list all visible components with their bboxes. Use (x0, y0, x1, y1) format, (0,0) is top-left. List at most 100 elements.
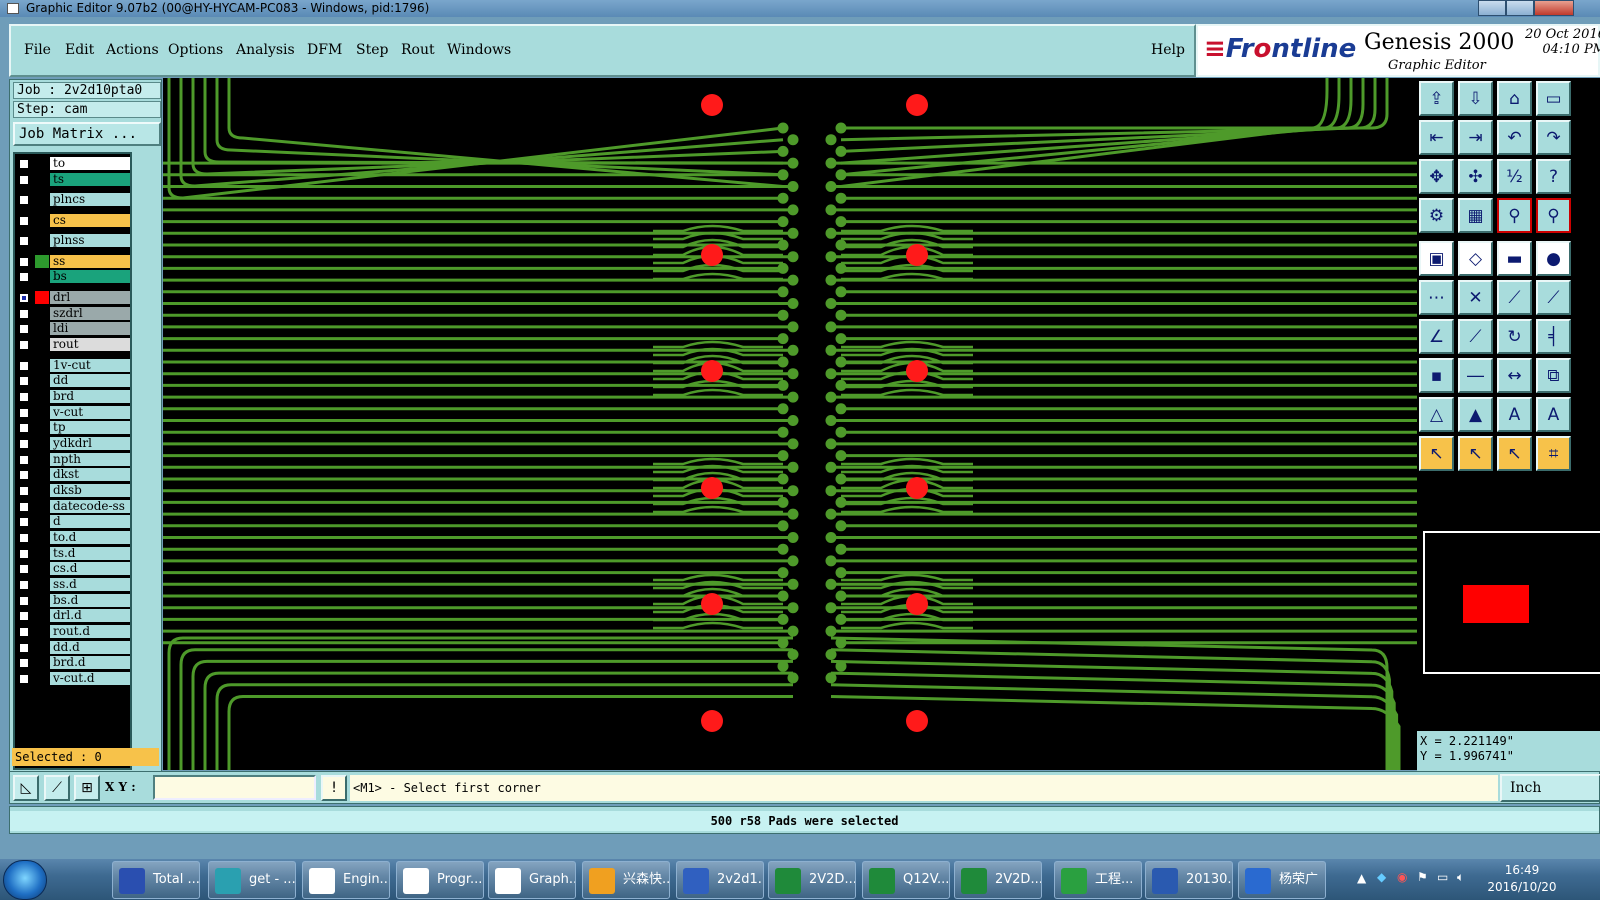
taskbar-item[interactable]: 2v2d1... (676, 861, 764, 899)
layer-name[interactable]: drl (50, 291, 130, 304)
layer-row[interactable]: v-cut (15, 405, 132, 420)
pointer-icon[interactable]: ↖ (1419, 436, 1454, 471)
menu-edit[interactable]: Edit (65, 42, 94, 58)
triangle-icon[interactable]: △ (1419, 397, 1454, 432)
snap-grid-icon[interactable]: ⊞ (74, 775, 100, 801)
layer-color-swatch[interactable] (35, 625, 49, 638)
layer-color-swatch[interactable] (35, 453, 49, 466)
line-mode-icon[interactable]: ◺ (13, 775, 39, 801)
layer-color-swatch[interactable] (35, 672, 49, 685)
layer-row[interactable]: bs.d (15, 593, 132, 608)
layer-row[interactable]: ydkdrl (15, 436, 132, 451)
layer-checkbox[interactable] (19, 309, 29, 319)
layer-color-swatch[interactable] (35, 406, 49, 419)
layer-row[interactable]: 1v-cut (15, 358, 132, 373)
layer-color-swatch[interactable] (35, 374, 49, 387)
pan-right-icon[interactable]: ⇥ (1458, 120, 1493, 155)
layer-name[interactable]: bs (50, 270, 130, 283)
layer-color-swatch[interactable] (35, 468, 49, 481)
layer-name[interactable]: ydkdrl (50, 437, 130, 450)
layer-color-swatch[interactable] (35, 214, 49, 227)
layer-color-swatch[interactable] (35, 307, 49, 320)
layer-row[interactable]: npth (15, 452, 132, 467)
menu-options[interactable]: Options (168, 42, 223, 58)
layer-checkbox[interactable] (19, 361, 29, 371)
split-icon[interactable]: ╡ (1536, 319, 1571, 354)
layer-color-swatch[interactable] (35, 547, 49, 560)
layer-name[interactable]: tp (50, 421, 130, 434)
snap-alt-icon[interactable]: ⚲ (1536, 198, 1571, 233)
line-point2-icon[interactable]: ⟋ (1536, 280, 1571, 315)
taskbar-item[interactable]: 20130... (1145, 861, 1233, 899)
menu-help[interactable]: Help (1151, 42, 1185, 58)
layer-name[interactable]: plnss (50, 234, 130, 247)
layer-checkbox[interactable] (19, 596, 29, 606)
layer-checkbox[interactable] (19, 376, 29, 386)
layer-down-icon[interactable]: ⇩ (1458, 81, 1493, 116)
unit-selector[interactable]: Inch (1500, 774, 1600, 802)
layer-row[interactable]: rout (15, 337, 132, 352)
layer-name[interactable]: datecode-ss (50, 500, 130, 513)
layer-row[interactable]: drl.d (15, 608, 132, 623)
pointer-circle-icon[interactable]: ↖ (1497, 436, 1532, 471)
layer-checkbox[interactable] (19, 486, 29, 496)
tray-arrow-icon[interactable]: ▲ (1357, 871, 1366, 885)
grid-icon[interactable]: ▦ (1458, 198, 1493, 233)
layer-name[interactable]: plncs (50, 193, 130, 206)
taskbar-item[interactable]: 工程... (1054, 861, 1142, 899)
layer-color-swatch[interactable] (35, 390, 49, 403)
layer-color-swatch[interactable] (35, 270, 49, 283)
maximize-button[interactable] (1506, 0, 1534, 16)
layer-color-swatch[interactable] (35, 255, 49, 268)
layer-row[interactable]: dksb (15, 483, 132, 498)
layer-checkbox[interactable] (19, 293, 29, 303)
layer-checkbox[interactable] (19, 564, 29, 574)
alert-icon[interactable]: ! (321, 775, 347, 801)
layer-checkbox[interactable] (19, 627, 29, 637)
graphic-canvas[interactable] (163, 78, 1417, 770)
layer-row[interactable]: ts (15, 172, 132, 187)
layer-name[interactable]: v-cut (50, 406, 130, 419)
layer-row[interactable]: drl (15, 290, 132, 305)
text-a2-icon[interactable]: A (1536, 397, 1571, 432)
layer-color-swatch[interactable] (35, 359, 49, 372)
layer-checkbox[interactable] (19, 533, 29, 543)
layer-name[interactable]: bs.d (50, 594, 130, 607)
xy-input[interactable] (153, 775, 316, 800)
taskbar-item[interactable]: Engin... (302, 861, 390, 899)
tray-monitor-icon[interactable]: ▭ (1437, 870, 1448, 884)
layer-row[interactable]: datecode-ss (15, 499, 132, 514)
layer-checkbox[interactable] (19, 423, 29, 433)
layer-row[interactable]: ts.d (15, 546, 132, 561)
layer-row[interactable]: rout.d (15, 624, 132, 639)
polygon-icon[interactable]: ◇ (1458, 241, 1493, 276)
layer-color-swatch[interactable] (35, 173, 49, 186)
layer-name[interactable]: ts.d (50, 547, 130, 560)
draw-line2-icon[interactable]: ⟋ (1458, 319, 1493, 354)
select-net-icon[interactable]: ⋯ (1419, 280, 1454, 315)
layer-checkbox[interactable] (19, 674, 29, 684)
layer-color-swatch[interactable] (35, 531, 49, 544)
layer-color-swatch[interactable] (35, 578, 49, 591)
close-button[interactable] (1534, 0, 1574, 16)
layer-checkbox[interactable] (19, 392, 29, 402)
start-button[interactable] (3, 860, 47, 900)
tray-app-icon[interactable]: ◉ (1397, 870, 1407, 884)
menu-actions[interactable]: Actions (106, 42, 159, 58)
layer-row[interactable]: cs (15, 213, 132, 228)
layer-color-swatch[interactable] (35, 157, 49, 170)
layer-row[interactable]: tp (15, 420, 132, 435)
layer-name[interactable]: ldi (50, 322, 130, 335)
taskbar-item[interactable]: Graph... (488, 861, 576, 899)
layer-row[interactable]: bs (15, 269, 132, 284)
minimize-button[interactable] (1478, 0, 1506, 16)
layer-color-swatch[interactable] (35, 322, 49, 335)
layer-name[interactable]: 1v-cut (50, 359, 130, 372)
layer-checkbox[interactable] (19, 580, 29, 590)
layer-name[interactable]: drl.d (50, 609, 130, 622)
layer-name[interactable]: d (50, 515, 130, 528)
taskbar-item[interactable]: 兴森快... (582, 861, 670, 899)
layer-color-swatch[interactable] (35, 641, 49, 654)
cross-icon[interactable]: ✕ (1458, 280, 1493, 315)
move-pad-icon[interactable]: ▪ (1419, 358, 1454, 393)
